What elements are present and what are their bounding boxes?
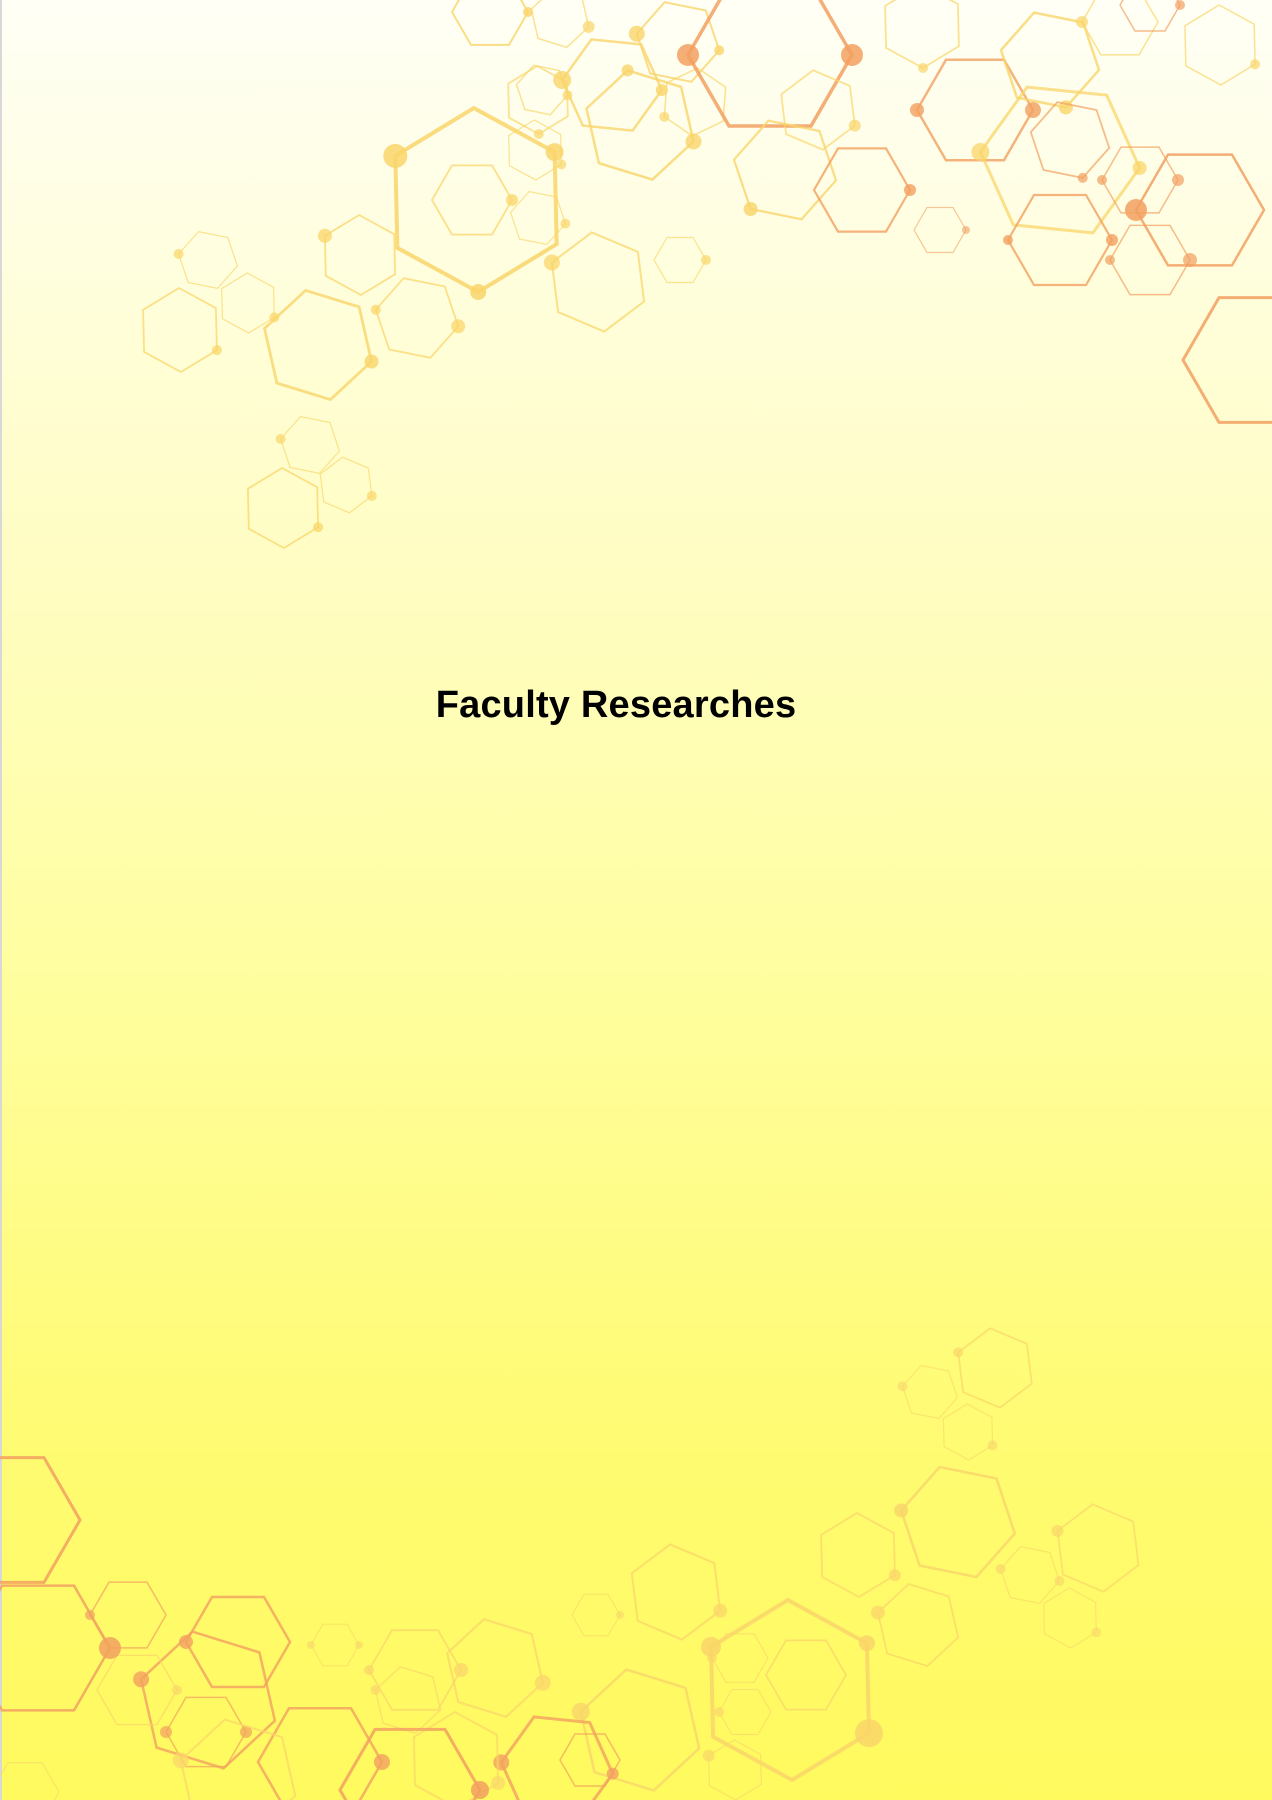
hexagon-shape — [450, 0, 533, 46]
hexagon-shape — [585, 64, 702, 182]
hexagon-shape — [1119, 0, 1185, 32]
hexagon-shape — [1043, 1587, 1102, 1649]
hexagon-shape — [995, 1545, 1065, 1605]
hexagon-shape — [370, 277, 466, 359]
hexagon-shape — [246, 466, 324, 550]
hexagon-shape — [1051, 1503, 1140, 1593]
hexagon-shape — [653, 236, 711, 284]
hexagon-shape — [85, 1581, 167, 1649]
hexagon-shape — [1125, 153, 1266, 267]
hexagon-shape — [571, 1668, 701, 1792]
hexagon-shape — [430, 164, 518, 236]
hexagon-shape — [884, 0, 960, 73]
hexagon-shape — [913, 206, 970, 254]
hexagon-shape — [953, 1327, 1033, 1409]
hexagon-shape — [307, 1623, 363, 1667]
hexagon-shape — [507, 64, 569, 139]
hexagon-shape — [1003, 193, 1118, 287]
hexagon-shape — [0, 1584, 121, 1712]
hexagon-shape — [1181, 296, 1272, 424]
hexagon-shape — [0, 1761, 60, 1800]
hexagon-shape — [999, 11, 1101, 115]
hexagon-shape — [0, 1456, 82, 1584]
hexagon-shape — [942, 1403, 998, 1461]
hexagon-shape — [894, 1465, 1017, 1579]
hexagon-shape — [732, 119, 838, 221]
hexagon-shape — [142, 286, 222, 374]
hexagon-shape — [370, 1665, 442, 1735]
hexagon-shape — [179, 1595, 292, 1689]
hexagon-shape — [870, 1582, 960, 1668]
hexagon-shape — [1029, 101, 1111, 183]
hexagon-shape — [897, 1364, 959, 1420]
hexagon-shape — [1076, 0, 1159, 56]
page-title: Faculty Researches — [435, 684, 797, 726]
hexagon-shape — [364, 1629, 468, 1711]
hexagon-shape — [493, 1715, 619, 1800]
hexagon-shape — [275, 415, 341, 475]
hexagon-shape — [764, 1639, 848, 1711]
hexagon-shape — [571, 1593, 624, 1637]
hexagon-shape — [530, 0, 595, 49]
hexagon-shape — [317, 213, 397, 297]
hexagon-shape — [319, 456, 377, 514]
hexagon-shape — [543, 231, 646, 333]
hexagon-shape — [677, 0, 863, 128]
hexagon-shape — [133, 1630, 277, 1770]
hexagon-shape — [1184, 4, 1261, 86]
hexagon-shape — [173, 230, 239, 290]
hexagon-shape — [509, 190, 571, 246]
hexagon-pattern-decoration — [0, 0, 1272, 1800]
hexagon-shape — [96, 1654, 182, 1726]
hexagon-shape — [714, 1688, 772, 1736]
hexagon-shape — [630, 1543, 728, 1641]
hexagon-shape — [820, 1511, 901, 1599]
hexagon-shape — [701, 1597, 883, 1783]
hexagon-shape — [256, 1707, 390, 1800]
hexagon-shape — [262, 288, 379, 402]
